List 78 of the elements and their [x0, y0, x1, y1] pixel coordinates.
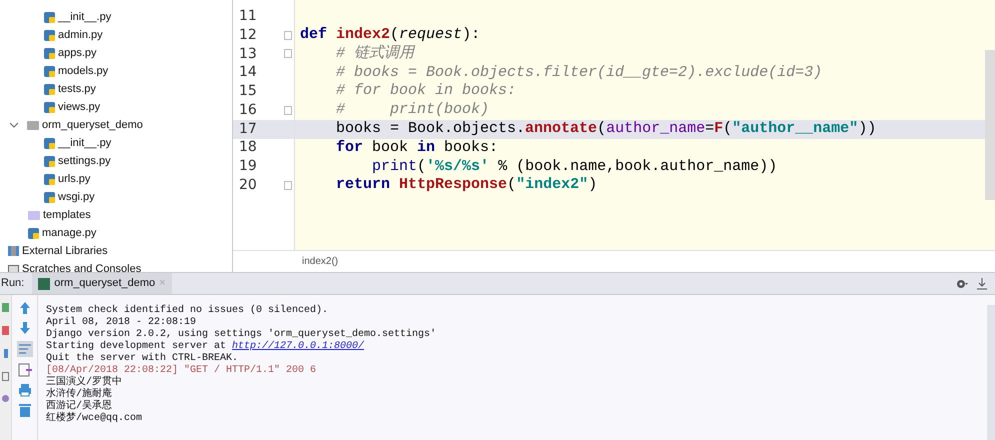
scroll-end-icon[interactable] — [18, 363, 32, 377]
console-line: April 08, 2018 - 22:08:19 — [46, 317, 198, 328]
code-line: books = Book.objects.annotate(author_name=F("author__name")) — [335, 118, 876, 139]
fold-marker-icon[interactable] — [284, 49, 292, 58]
wrap-icon[interactable] — [16, 341, 32, 357]
code-line: def index2(request): — [300, 24, 480, 44]
folder-icon — [27, 120, 39, 130]
tree-item[interactable]: __init__.py — [58, 134, 112, 152]
python-file-icon — [44, 12, 55, 22]
line-number: 18 — [239, 138, 257, 158]
tree-item[interactable]: manage.py — [42, 224, 96, 242]
tree-item[interactable]: models.py — [58, 62, 108, 80]
chevron-down-icon[interactable] — [10, 121, 18, 129]
tree-item[interactable]: settings.py — [58, 152, 111, 170]
console-line: [08/Apr/2018 22:08:22] "GET / HTTP/1.1" 200 6 — [46, 365, 318, 376]
python-file-icon — [44, 192, 55, 202]
tree-item[interactable]: urls.py — [58, 170, 90, 188]
console-link[interactable]: http://127.0.0.1:8000/ — [232, 341, 364, 352]
tree-item[interactable]: orm_queryset_demo — [42, 116, 143, 134]
python-file-icon — [28, 228, 39, 238]
tree-item[interactable]: tests.py — [58, 80, 96, 98]
run-tab[interactable]: orm_queryset_demo × — [32, 272, 172, 294]
fold-marker-icon[interactable] — [284, 106, 292, 115]
code-line: for book in books: — [335, 138, 498, 158]
tree-item[interactable]: wsgi.py — [58, 188, 95, 206]
tree-item[interactable]: Scratches and Consoles — [22, 260, 142, 272]
line-number: 12 — [239, 26, 257, 45]
python-file-icon — [44, 156, 55, 166]
folder-icon — [28, 210, 40, 220]
python-file-icon — [44, 102, 55, 112]
console-line: Quit the server with CTRL-BREAK. — [46, 353, 240, 364]
console-line: 三国演义/罗贯中 — [46, 377, 124, 388]
line-number: 13 — [239, 44, 257, 64]
code-line: # books = Book.objects.filter(id__gte=2).exclude(id=3) — [335, 62, 822, 83]
run-label: Run: — [1, 276, 24, 292]
console-line: 西游记/吴承恩 — [46, 401, 114, 412]
down-arrow-icon[interactable] — [18, 321, 30, 335]
print-icon[interactable] — [18, 383, 32, 397]
console-line: Django version 2.0.2, using settings 'orm_queryset_demo.settings' — [46, 329, 438, 340]
tree-item[interactable]: admin.py — [58, 26, 103, 44]
tree-item[interactable]: External Libraries — [22, 242, 108, 260]
tree-item[interactable]: apps.py — [58, 44, 97, 62]
python-file-icon — [44, 30, 55, 40]
trash-icon[interactable] — [18, 403, 30, 417]
tree-item[interactable]: __init__.py — [58, 8, 112, 26]
console-icon — [8, 264, 19, 272]
tree-item[interactable]: templates — [43, 206, 91, 224]
fold-marker-icon[interactable] — [284, 30, 292, 40]
library-icon — [8, 246, 19, 256]
console-line: Starting development server at http://127.0.0.1:8000/ — [46, 341, 366, 352]
line-number: 17 — [239, 120, 257, 139]
fold-marker-icon[interactable] — [284, 181, 292, 190]
python-file-icon — [44, 66, 55, 76]
hide-panel-icon[interactable] — [977, 278, 987, 290]
code-line: # 链式调用 — [335, 44, 414, 64]
console-line: 红楼梦/wce@qq.com — [46, 413, 144, 425]
breadcrumb[interactable]: index2() — [302, 254, 338, 269]
code-line: # for book in books: — [335, 81, 516, 102]
python-file-icon — [44, 138, 55, 148]
layout-icon[interactable] — [2, 372, 9, 381]
console-line: System check identified no issues (0 silenced). — [46, 305, 330, 316]
python-file-icon — [44, 84, 55, 94]
line-number: 19 — [239, 157, 257, 176]
code-line: # print(book) — [335, 100, 490, 120]
settings-icon[interactable] — [955, 278, 969, 290]
pause-icon[interactable] — [4, 349, 8, 358]
python-file-icon — [44, 174, 55, 184]
console-line: 水浒传/施耐庵 — [46, 389, 114, 400]
up-arrow-icon[interactable] — [18, 301, 30, 315]
python-file-icon — [44, 48, 55, 58]
line-number: 14 — [239, 63, 257, 82]
line-number: 15 — [239, 82, 257, 102]
tree-item[interactable]: views.py — [58, 98, 100, 116]
line-number: 16 — [239, 100, 257, 120]
line-number: 11 — [239, 6, 257, 26]
line-number: 20 — [239, 176, 257, 196]
code-line: print('%s/%s' % (book.name,book.author_name)) — [371, 156, 778, 177]
code-line: return HttpResponse("index2") — [335, 175, 598, 196]
